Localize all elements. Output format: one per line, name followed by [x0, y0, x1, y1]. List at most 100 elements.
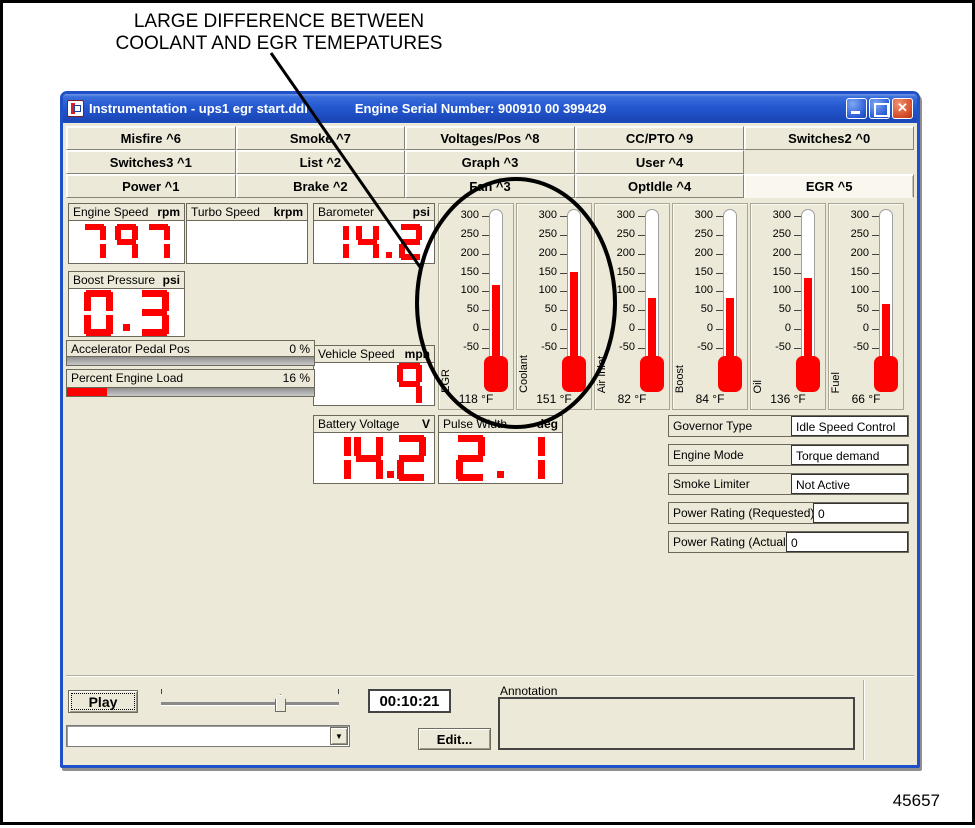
tick-label: 0: [447, 322, 479, 334]
figure-frame: LARGE DIFFERENCE BETWEEN COOLANT AND EGR…: [0, 0, 975, 825]
tick-mark: [482, 254, 489, 255]
gauge-label: Barometer: [318, 205, 374, 219]
tick-label: 250: [447, 228, 479, 240]
tab-switches3-1[interactable]: Switches3 ^1: [66, 150, 236, 174]
slider-thumb[interactable]: [275, 694, 286, 712]
tab-fan-3[interactable]: Fan ^3: [405, 174, 575, 198]
gauge-label: Engine Speed: [73, 205, 148, 219]
tab-misfire-6[interactable]: Misfire ^6: [66, 126, 236, 150]
thermometer-mercury: [726, 298, 734, 365]
tick-label: 250: [603, 228, 635, 240]
thermometer-value: 136 °F: [751, 392, 825, 406]
tick-mark: [560, 273, 567, 274]
tick-mark: [716, 348, 723, 349]
status-row-power-rating-actual-: Power Rating (Actual)0: [668, 531, 909, 553]
gauge-label: Turbo Speed: [191, 205, 260, 219]
edit-button[interactable]: Edit...: [418, 728, 491, 750]
bar-value: 16 %: [283, 371, 310, 385]
thermometer-mercury: [570, 272, 578, 364]
title-bar[interactable]: Instrumentation - ups1 egr start.ddl Eng…: [63, 94, 917, 123]
segment: [419, 437, 426, 456]
segment: [416, 226, 422, 240]
segment: [132, 244, 138, 258]
tab-smoke-7[interactable]: Smoke ^7: [236, 126, 406, 150]
tab-optidle-4[interactable]: OptIdle ^4: [575, 174, 745, 198]
digit-2: [456, 435, 485, 481]
thermometer-bulb: [718, 356, 742, 392]
seven-segment-display: [187, 221, 307, 263]
gauge-label: Boost Pressure: [73, 273, 155, 287]
status-row-engine-mode: Engine ModeTorque demand: [668, 444, 909, 466]
tick-mark: [638, 348, 645, 349]
segment: [356, 226, 362, 240]
progress-fill: [67, 388, 107, 396]
tick-mark: [872, 329, 879, 330]
digit-1: [326, 224, 349, 260]
annotation-box[interactable]: [498, 697, 855, 750]
segment: [397, 365, 403, 382]
tick-mark: [638, 310, 645, 311]
progress-track: [67, 387, 314, 396]
tab-cc-pto-9[interactable]: CC/PTO ^9: [575, 126, 745, 150]
seven-segment-display: [314, 433, 434, 483]
log-combobox[interactable]: ▼: [66, 725, 350, 747]
tick-label: 150: [759, 266, 791, 278]
tab-list-2[interactable]: List ^2: [236, 150, 406, 174]
gauge-unit: krpm: [274, 205, 303, 219]
play-button[interactable]: Play: [68, 690, 138, 713]
tab-egr-5[interactable]: EGR ^5: [744, 174, 914, 198]
tick-mark: [716, 235, 723, 236]
thermometer-mercury: [492, 285, 500, 364]
digit-2: [399, 224, 422, 260]
minimize-button[interactable]: [846, 98, 867, 119]
gauge-unit: psi: [413, 205, 430, 219]
status-value-field: 0: [813, 503, 908, 523]
close-button[interactable]: [892, 98, 913, 119]
status-label: Governor Type: [673, 419, 752, 433]
segment: [117, 239, 136, 245]
segment: [84, 292, 91, 311]
bar-accelerator-pedal-pos: Accelerator Pedal Pos0 %: [66, 340, 315, 366]
tick-mark: [872, 310, 879, 311]
thermometer-value: 66 °F: [829, 392, 903, 406]
tick-label: 150: [603, 266, 635, 278]
tick-label: 0: [525, 322, 557, 334]
tab-switches2-0[interactable]: Switches2 ^0: [744, 126, 914, 150]
segment: [164, 244, 170, 258]
gauge-vehicle-speed: Vehicle Speedmph: [313, 345, 435, 406]
gauge-label: Pulse Width: [443, 417, 507, 431]
segment: [344, 437, 351, 456]
tick-label: 300: [447, 209, 479, 221]
thermometer-name: Coolant: [518, 355, 530, 393]
tick-mark: [560, 235, 567, 236]
thermometer-oil: 300250200150100500-50Oil136 °F: [750, 203, 826, 410]
tab-brake-2[interactable]: Brake ^2: [236, 174, 406, 198]
tick-label: 200: [525, 247, 557, 259]
progress-track: [67, 356, 314, 365]
segment: [354, 437, 361, 456]
digit-4: [356, 224, 379, 260]
playback-slider[interactable]: [151, 688, 349, 714]
thermometer-boost: 300250200150100500-50Boost84 °F: [672, 203, 748, 410]
tab-graph-3[interactable]: Graph ^3: [405, 150, 575, 174]
digit-4: [354, 435, 383, 481]
thermometer-bulb: [484, 356, 508, 392]
tick-mark: [482, 310, 489, 311]
maximize-button[interactable]: [869, 98, 890, 119]
tick-mark: [794, 348, 801, 349]
slider-track[interactable]: [161, 702, 339, 705]
bar-label: Accelerator Pedal Pos: [71, 342, 190, 356]
tab-user-4[interactable]: User ^4: [575, 150, 745, 174]
tick-label: 100: [681, 284, 713, 296]
tab-voltages-pos-8[interactable]: Voltages/Pos ^8: [405, 126, 575, 150]
tab-power-1[interactable]: Power ^1: [66, 174, 236, 198]
thermometer-name: Air Inlet: [596, 356, 608, 393]
status-row-smoke-limiter: Smoke LimiterNot Active: [668, 473, 909, 495]
tick-mark: [560, 329, 567, 330]
tick-mark: [482, 291, 489, 292]
slider-tick-end: [338, 689, 339, 694]
tick-label: 100: [837, 284, 869, 296]
gauge-label: Battery Voltage: [318, 417, 399, 431]
thermometer-mercury: [804, 278, 812, 364]
chevron-down-icon[interactable]: ▼: [330, 727, 348, 745]
